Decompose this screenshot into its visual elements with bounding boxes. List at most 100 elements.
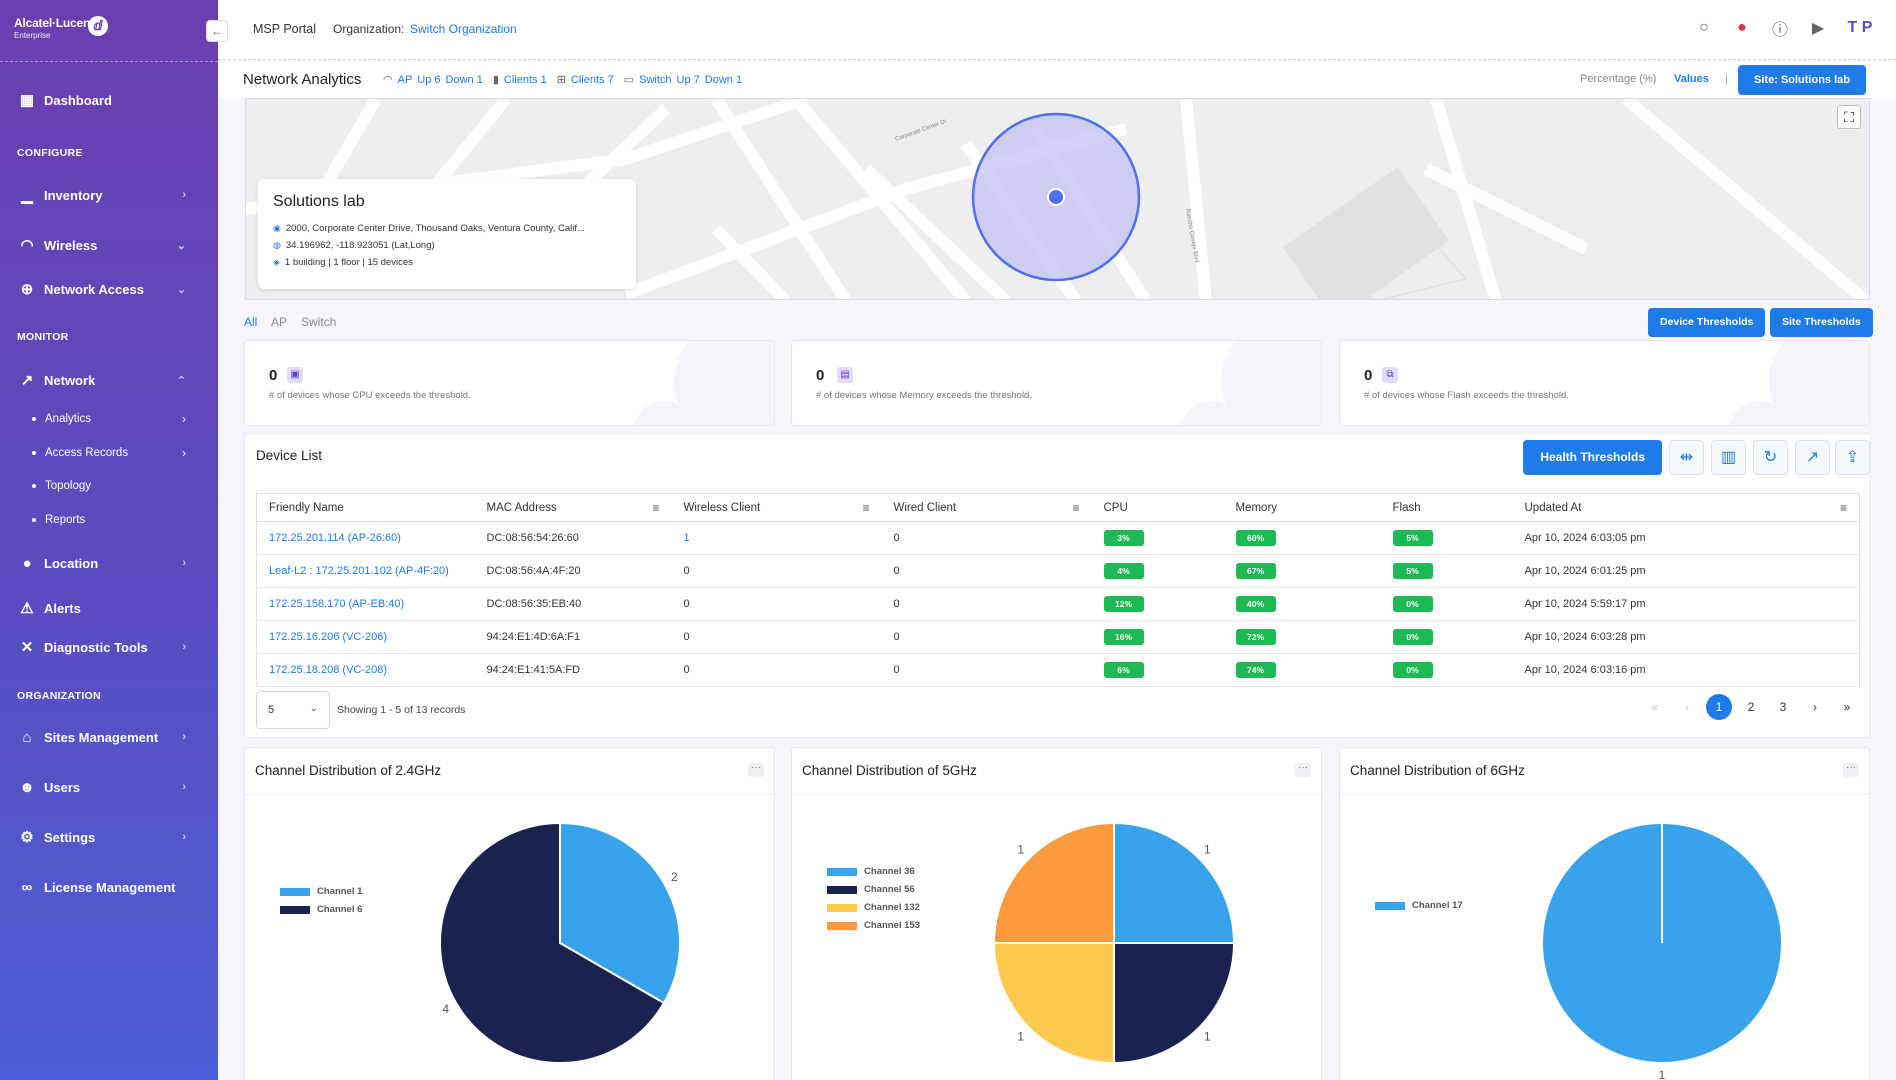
video-icon[interactable]: ▶	[1808, 18, 1828, 38]
columns-button[interactable]: ▥	[1711, 440, 1746, 475]
table-row[interactable]: 172.25.158.170 (AP-EB:40) DC:08:56:35:EB…	[256, 587, 1860, 621]
export-button[interactable]: ⇪	[1835, 440, 1870, 475]
column-menu-icon[interactable]: ≡	[862, 501, 869, 515]
percentage-toggle[interactable]: Percentage (%)	[1580, 73, 1656, 85]
site-marker[interactable]	[1047, 188, 1065, 206]
legend-item[interactable]: Channel 56	[827, 884, 915, 895]
column-header[interactable]: MAC Address ≡	[474, 493, 672, 522]
sidebar-subitem-reports[interactable]: Reports	[0, 507, 218, 533]
signal-icon: ▮	[492, 74, 499, 86]
site-thresholds-button[interactable]: Site Thresholds	[1770, 308, 1873, 337]
collapse-sidebar-button[interactable]: ←	[206, 20, 228, 42]
table-row[interactable]: Leaf-L2 : 172.25.201.102 (AP-4F:20) DC:0…	[256, 554, 1860, 588]
sidebar-subitem-analytics[interactable]: Analytics ›	[0, 406, 218, 432]
column-header[interactable]: Memory	[1223, 493, 1381, 522]
upload-icon: ⇪	[1845, 449, 1860, 466]
sidebar-item-label: License Management	[44, 879, 176, 895]
column-header[interactable]: Friendly Name	[256, 493, 475, 522]
external-link-button[interactable]: ↗	[1795, 440, 1830, 475]
legend-item[interactable]: Channel 36	[827, 866, 915, 877]
legend-item[interactable]: Channel 132	[827, 902, 920, 913]
compare-button[interactable]: ⇹	[1669, 440, 1704, 475]
sidebar-item-sites-management[interactable]: ⌂ Sites Management ›	[0, 720, 218, 754]
device-name-link[interactable]: 172.25.18.208 (VC-208)	[256, 653, 475, 687]
sidebar-item-dashboard[interactable]: ▦ Dashboard	[0, 83, 218, 117]
wireless-client: 0	[671, 620, 882, 654]
top-bar: MSP Portal Organization: Switch Organiza…	[218, 0, 1896, 60]
column-menu-icon[interactable]: ≡	[652, 501, 659, 515]
legend-item[interactable]: Channel 153	[827, 920, 920, 931]
column-menu-icon[interactable]: ≡	[1072, 501, 1079, 515]
mac-address: 94:24:E1:4D:6A:F1	[474, 620, 672, 654]
tab-ap[interactable]: AP	[271, 315, 287, 329]
sidebar-item-location[interactable]: ● Location ›	[0, 546, 218, 580]
wired-clients-summary[interactable]: ⊞ Clients 7	[557, 73, 614, 87]
notification-icon[interactable]: ●	[1732, 18, 1752, 38]
sidebar-item-network-access[interactable]: ⊕ Network Access ⌄	[0, 272, 218, 306]
next-page-button[interactable]: ›	[1802, 694, 1828, 720]
prev-page-button[interactable]: ‹	[1674, 694, 1700, 720]
page-button-3[interactable]: 3	[1770, 694, 1796, 720]
sidebar-item-wireless[interactable]: ◠ Wireless ⌄	[0, 228, 218, 262]
column-menu-icon[interactable]: ≡	[1840, 501, 1847, 515]
memory-icon: ▤	[837, 367, 853, 383]
tab-all[interactable]: All	[244, 315, 257, 329]
sidebar-item-label: Settings	[44, 829, 96, 845]
column-header[interactable]: Wireless Client ≡	[671, 493, 882, 522]
ap-summary[interactable]: ◠ AP Up 6 Down 1	[383, 73, 483, 87]
switch-summary[interactable]: ▭ Switch Up 7 Down 1	[624, 73, 742, 87]
sidebar-item-alerts[interactable]: ⚠ Alerts	[0, 591, 218, 625]
sidebar-item-settings[interactable]: ⚙ Settings ›	[0, 820, 218, 854]
sidebar-item-network[interactable]: ↗ Network ⌃	[0, 363, 218, 397]
pie-slice[interactable]	[1113, 821, 1236, 944]
column-header[interactable]: CPU	[1091, 493, 1224, 522]
device-name-link[interactable]: 172.25.201.114 (AP-26:60)	[256, 521, 475, 555]
device-thresholds-button[interactable]: Device Thresholds	[1648, 308, 1766, 337]
device-name-link[interactable]: 172.25.16.206 (VC-206)	[256, 620, 475, 654]
tab-switch[interactable]: Switch	[301, 315, 336, 329]
brand: Alcatel·Lucent Enterprise ⅆ	[0, 0, 218, 62]
column-header[interactable]: Wired Client ≡	[881, 493, 1092, 522]
site-selector-button[interactable]: Site: Solutions lab	[1738, 65, 1866, 95]
column-header[interactable]: Flash	[1380, 493, 1513, 522]
page-size-select[interactable]: 5 ⌄	[256, 691, 330, 729]
page-button-2[interactable]: 2	[1738, 694, 1764, 720]
table-row[interactable]: 172.25.16.206 (VC-206) 94:24:E1:4D:6A:F1…	[256, 620, 1860, 654]
legend-item[interactable]: Channel 17	[1375, 900, 1463, 911]
sidebar-item-diagnostic-tools[interactable]: ✕ Diagnostic Tools ›	[0, 630, 218, 664]
avatar[interactable]: T P	[1846, 18, 1874, 38]
device-name-link[interactable]: Leaf-L2 : 172.25.201.102 (AP-4F:20)	[256, 554, 475, 588]
fullscreen-button[interactable]: ⛶	[1837, 105, 1861, 129]
site-map[interactable]: Corporate Center Dr Rancho Conejo Blvd S…	[245, 98, 1870, 300]
refresh-button[interactable]: ↻	[1753, 440, 1788, 475]
device-name-link[interactable]: 172.25.158.170 (AP-EB:40)	[256, 587, 475, 621]
legend-item[interactable]: Channel 1	[280, 886, 362, 897]
last-page-button[interactable]: »	[1834, 694, 1860, 720]
health-thresholds-button[interactable]: Health Thresholds	[1523, 440, 1662, 475]
pie-slice[interactable]	[1113, 942, 1236, 1065]
pie-slice[interactable]	[992, 942, 1115, 1065]
first-page-button[interactable]: «	[1642, 694, 1668, 720]
table-row[interactable]: 172.25.18.208 (VC-208) 94:24:E1:41:5A:FD…	[256, 653, 1860, 687]
sidebar-subitem-access-records[interactable]: Access Records ›	[0, 440, 218, 466]
memory-exceed-desc: # of devices whose Memory exceeds the th…	[816, 390, 1032, 401]
pie-slice[interactable]	[992, 821, 1115, 944]
sidebar-item-license-management[interactable]: ∞ License Management	[0, 870, 218, 904]
sidebar-item-label: Topology	[45, 480, 92, 492]
sidebar-item-users[interactable]: ☻ Users ›	[0, 770, 218, 804]
help-icon[interactable]: ⓘ	[1770, 18, 1790, 39]
values-toggle[interactable]: Values	[1674, 73, 1709, 85]
page-button-1[interactable]: 1	[1706, 694, 1732, 720]
wired-client: 0	[881, 653, 1092, 687]
wireless-client-link[interactable]: 1	[671, 521, 882, 555]
legend-item[interactable]: Channel 6	[280, 904, 362, 915]
wired-client: 0	[881, 521, 1092, 555]
memory-badge: 60%	[1235, 530, 1276, 546]
column-header[interactable]: Updated At ≡	[1512, 493, 1860, 522]
switch-organization-link[interactable]: Switch Organization	[410, 22, 517, 36]
table-row[interactable]: 172.25.201.114 (AP-26:60) DC:08:56:54:26…	[256, 521, 1860, 555]
search-icon[interactable]: ○	[1694, 18, 1714, 38]
sidebar-item-inventory[interactable]: ▁ Inventory ›	[0, 178, 218, 212]
sidebar-subitem-topology[interactable]: Topology	[0, 473, 218, 499]
wireless-clients-summary[interactable]: ▮ Clients 1	[492, 73, 547, 87]
